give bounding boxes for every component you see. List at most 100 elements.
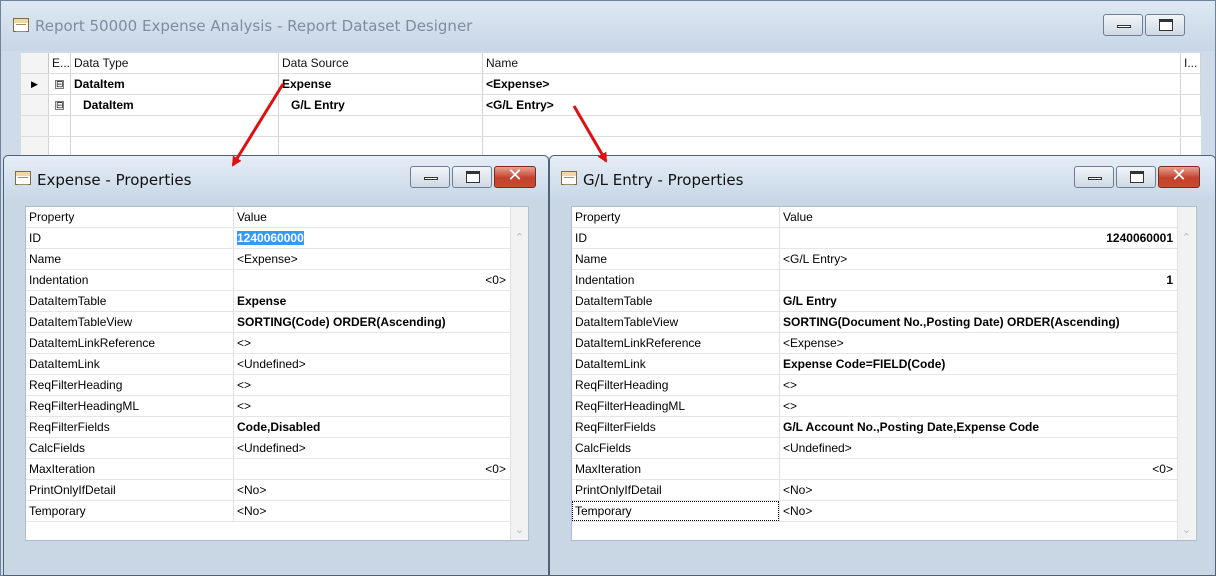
- empty-cell[interactable]: [71, 137, 279, 157]
- property-row[interactable]: DataItemTableView SORTING(Code) ORDER(Asc…: [26, 312, 510, 333]
- property-value[interactable]: <>: [233, 333, 510, 353]
- designer-title-bar[interactable]: Report 50000 Expense Analysis - Report D…: [1, 1, 1215, 51]
- property-name[interactable]: PrintOnlyIfDetail: [26, 480, 233, 500]
- property-value[interactable]: <>: [779, 396, 1177, 416]
- minimize-button[interactable]: [1074, 166, 1114, 188]
- property-value[interactable]: G/L Entry: [779, 291, 1177, 311]
- property-name[interactable]: DataItemTable: [572, 291, 779, 311]
- property-name[interactable]: CalcFields: [572, 438, 779, 458]
- scroll-down-icon[interactable]: ⌄: [1178, 523, 1195, 536]
- row-selector[interactable]: [21, 116, 49, 136]
- table-row[interactable]: ▶ ⊟ DataItem Expense <Expense>: [21, 74, 1201, 95]
- property-name[interactable]: MaxIteration: [572, 459, 779, 479]
- scroll-up-icon[interactable]: ⌃: [511, 231, 528, 244]
- column-header-name[interactable]: Name: [483, 53, 1181, 73]
- property-row[interactable]: MaxIteration <0>: [572, 459, 1177, 480]
- property-name[interactable]: DataItemTableView: [26, 312, 233, 332]
- scroll-down-icon[interactable]: ⌄: [511, 523, 528, 536]
- property-name[interactable]: ReqFilterHeadingML: [26, 396, 233, 416]
- property-value[interactable]: <Expense>: [779, 333, 1177, 353]
- gl-entry-properties-title-bar[interactable]: G/L Entry - Properties ✕: [550, 156, 1215, 200]
- property-name[interactable]: ReqFilterHeadingML: [572, 396, 779, 416]
- property-row[interactable]: DataItemLink Expense Code=FIELD(Code): [572, 354, 1177, 375]
- property-name[interactable]: Name: [26, 249, 233, 269]
- maximize-button[interactable]: [452, 166, 492, 188]
- property-row[interactable]: Temporary <No>: [572, 501, 1177, 522]
- property-name[interactable]: Indentation: [572, 270, 779, 290]
- empty-cell[interactable]: [71, 116, 279, 136]
- property-value[interactable]: SORTING(Document No.,Posting Date) ORDER…: [779, 312, 1177, 332]
- name-cell[interactable]: <Expense>: [483, 74, 1181, 94]
- property-row[interactable]: ReqFilterFields Code,Disabled: [26, 417, 510, 438]
- property-row[interactable]: DataItemTable Expense: [26, 291, 510, 312]
- column-header-data-type[interactable]: Data Type: [71, 53, 279, 73]
- property-value[interactable]: <0>: [233, 270, 510, 290]
- i-cell[interactable]: [1181, 74, 1201, 94]
- column-header-data-source[interactable]: Data Source: [279, 53, 483, 73]
- property-row[interactable]: DataItemLink <Undefined>: [26, 354, 510, 375]
- property-value[interactable]: <Undefined>: [779, 438, 1177, 458]
- property-value[interactable]: Code,Disabled: [233, 417, 510, 437]
- data-source-cell[interactable]: G/L Entry: [279, 95, 483, 115]
- collapse-icon[interactable]: ⊟: [49, 74, 71, 94]
- property-name[interactable]: DataItemLink: [26, 354, 233, 374]
- property-row[interactable]: CalcFields <Undefined>: [26, 438, 510, 459]
- property-name[interactable]: ReqFilterHeading: [26, 375, 233, 395]
- property-name[interactable]: ReqFilterFields: [26, 417, 233, 437]
- property-value[interactable]: <G/L Entry>: [779, 249, 1177, 269]
- property-value[interactable]: <Undefined>: [233, 354, 510, 374]
- property-row[interactable]: ID 1240060000: [26, 228, 510, 249]
- property-value[interactable]: G/L Account No.,Posting Date,Expense Cod…: [779, 417, 1177, 437]
- property-row[interactable]: CalcFields <Undefined>: [572, 438, 1177, 459]
- property-value[interactable]: <0>: [233, 459, 510, 479]
- property-row[interactable]: ReqFilterHeading <>: [572, 375, 1177, 396]
- column-header-e[interactable]: E...: [49, 53, 71, 73]
- empty-cell[interactable]: [49, 116, 71, 136]
- property-name[interactable]: DataItemTable: [26, 291, 233, 311]
- empty-cell[interactable]: [49, 137, 71, 157]
- property-value[interactable]: <No>: [779, 480, 1177, 500]
- close-button[interactable]: ✕: [494, 165, 536, 188]
- property-name[interactable]: Indentation: [26, 270, 233, 290]
- property-value[interactable]: <No>: [233, 480, 510, 500]
- property-name[interactable]: MaxIteration: [26, 459, 233, 479]
- data-source-cell[interactable]: Expense: [279, 74, 483, 94]
- property-value[interactable]: Expense Code=FIELD(Code): [779, 354, 1177, 374]
- property-name[interactable]: ReqFilterFields: [572, 417, 779, 437]
- data-type-cell[interactable]: DataItem: [71, 95, 279, 115]
- property-row[interactable]: ReqFilterHeading <>: [26, 375, 510, 396]
- maximize-button[interactable]: [1116, 166, 1156, 188]
- property-value[interactable]: <>: [233, 375, 510, 395]
- property-value[interactable]: <Expense>: [233, 249, 510, 269]
- property-row[interactable]: ReqFilterHeadingML <>: [572, 396, 1177, 417]
- property-value[interactable]: Expense: [233, 291, 510, 311]
- property-value[interactable]: <>: [233, 396, 510, 416]
- property-row[interactable]: PrintOnlyIfDetail <No>: [572, 480, 1177, 501]
- property-name[interactable]: DataItemLinkReference: [572, 333, 779, 353]
- property-name[interactable]: Temporary: [26, 501, 233, 521]
- property-value[interactable]: 1240060000: [233, 228, 510, 248]
- vertical-scrollbar[interactable]: ⌃ ⌄: [510, 207, 528, 540]
- minimize-button[interactable]: [410, 166, 450, 188]
- empty-cell[interactable]: [483, 137, 1181, 157]
- table-row[interactable]: ⊟ DataItem G/L Entry <G/L Entry>: [21, 95, 1201, 116]
- property-value[interactable]: SORTING(Code) ORDER(Ascending): [233, 312, 510, 332]
- row-selector[interactable]: [21, 95, 49, 115]
- property-row[interactable]: DataItemTable G/L Entry: [572, 291, 1177, 312]
- property-row[interactable]: Indentation 1: [572, 270, 1177, 291]
- property-name[interactable]: Temporary: [572, 501, 779, 521]
- empty-cell[interactable]: [279, 137, 483, 157]
- property-row[interactable]: Indentation <0>: [26, 270, 510, 291]
- property-value[interactable]: 1: [779, 270, 1177, 290]
- name-cell[interactable]: <G/L Entry>: [483, 95, 1181, 115]
- property-row[interactable]: PrintOnlyIfDetail <No>: [26, 480, 510, 501]
- property-name[interactable]: Name: [572, 249, 779, 269]
- property-value[interactable]: <No>: [233, 501, 510, 521]
- property-row[interactable]: ReqFilterHeadingML <>: [26, 396, 510, 417]
- minimize-button[interactable]: [1103, 14, 1143, 36]
- property-name[interactable]: DataItemLinkReference: [26, 333, 233, 353]
- property-value[interactable]: <>: [779, 375, 1177, 395]
- property-row[interactable]: DataItemTableView SORTING(Document No.,Po…: [572, 312, 1177, 333]
- property-row[interactable]: MaxIteration <0>: [26, 459, 510, 480]
- data-type-cell[interactable]: DataItem: [71, 74, 279, 94]
